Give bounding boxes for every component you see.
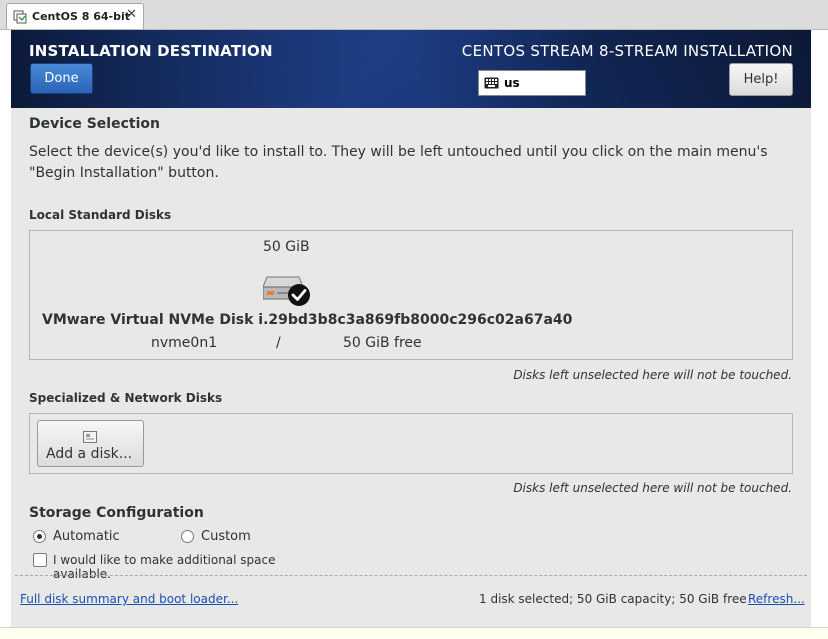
bottom-bar <box>0 627 828 639</box>
additional-space-label: I would like to make additional space av… <box>53 553 276 581</box>
network-disks-panel: Add a disk... <box>29 413 793 474</box>
device-selection-description: Select the device(s) you'd like to insta… <box>29 144 768 181</box>
add-disk-icon <box>83 428 97 443</box>
vm-tab-title: CentOS 8 64-bit <box>32 10 130 23</box>
custom-label: Custom <box>201 529 251 544</box>
vm-tab-strip: CentOS 8 64-bit ✕ <box>0 0 828 30</box>
add-disk-label: Add a disk... <box>46 446 133 462</box>
product-title: CENTOS STREAM 8-STREAM INSTALLATION <box>461 42 793 60</box>
automatic-radio[interactable]: Automatic <box>33 529 133 545</box>
spoke-header: INSTALLATION DESTINATION CENTOS STREAM 8… <box>11 30 811 108</box>
disk-capacity: 50 GiB <box>263 239 310 255</box>
vm-icon <box>13 10 27 24</box>
local-disks-panel: 50 GiB VMware Virtual NVMe Disk i.29bd3b… <box>29 230 793 360</box>
radio-button <box>33 530 46 543</box>
done-button[interactable]: Done <box>30 63 93 94</box>
disk-name: VMware Virtual NVMe Disk i.29bd3b8c3a869… <box>42 312 573 328</box>
installer-window: INSTALLATION DESTINATION CENTOS STREAM 8… <box>11 30 811 627</box>
keyboard-layout-label: us <box>504 76 520 90</box>
disk-mount: / <box>276 335 281 351</box>
keyboard-icon <box>484 77 499 89</box>
disk-selector[interactable] <box>262 273 313 309</box>
hard-disk-icon <box>262 276 310 306</box>
local-disks-hint: Disks left unselected here will not be t… <box>513 368 792 382</box>
add-disk-button[interactable]: Add a disk... <box>37 420 144 467</box>
tab-close-icon[interactable]: ✕ <box>126 7 137 22</box>
refresh-link[interactable]: Refresh... <box>748 592 805 606</box>
device-selection-title: Device Selection <box>29 116 160 132</box>
disk-device: nvme0n1 <box>151 335 218 351</box>
disk-free-space: 50 GiB free <box>343 335 422 351</box>
custom-radio[interactable]: Custom <box>181 529 261 545</box>
vm-tab[interactable]: CentOS 8 64-bit ✕ <box>6 3 144 29</box>
keyboard-layout-indicator[interactable]: us <box>478 70 586 96</box>
network-disks-title: Specialized & Network Disks <box>29 391 223 405</box>
disk-status-summary: 1 disk selected; 50 GiB capacity; 50 GiB… <box>479 592 747 606</box>
storage-config-title: Storage Configuration <box>29 505 204 521</box>
footer-divider <box>15 575 807 576</box>
radio-button <box>181 530 194 543</box>
checkbox <box>33 553 47 567</box>
page-title: INSTALLATION DESTINATION <box>29 42 273 60</box>
disk-summary-link[interactable]: Full disk summary and boot loader... <box>20 592 238 606</box>
help-button[interactable]: Help! <box>729 63 793 96</box>
automatic-label: Automatic <box>53 529 120 544</box>
additional-space-checkbox[interactable]: I would like to make additional space av… <box>33 553 333 581</box>
network-disks-hint: Disks left unselected here will not be t… <box>513 481 792 495</box>
local-disks-title: Local Standard Disks <box>29 208 172 222</box>
